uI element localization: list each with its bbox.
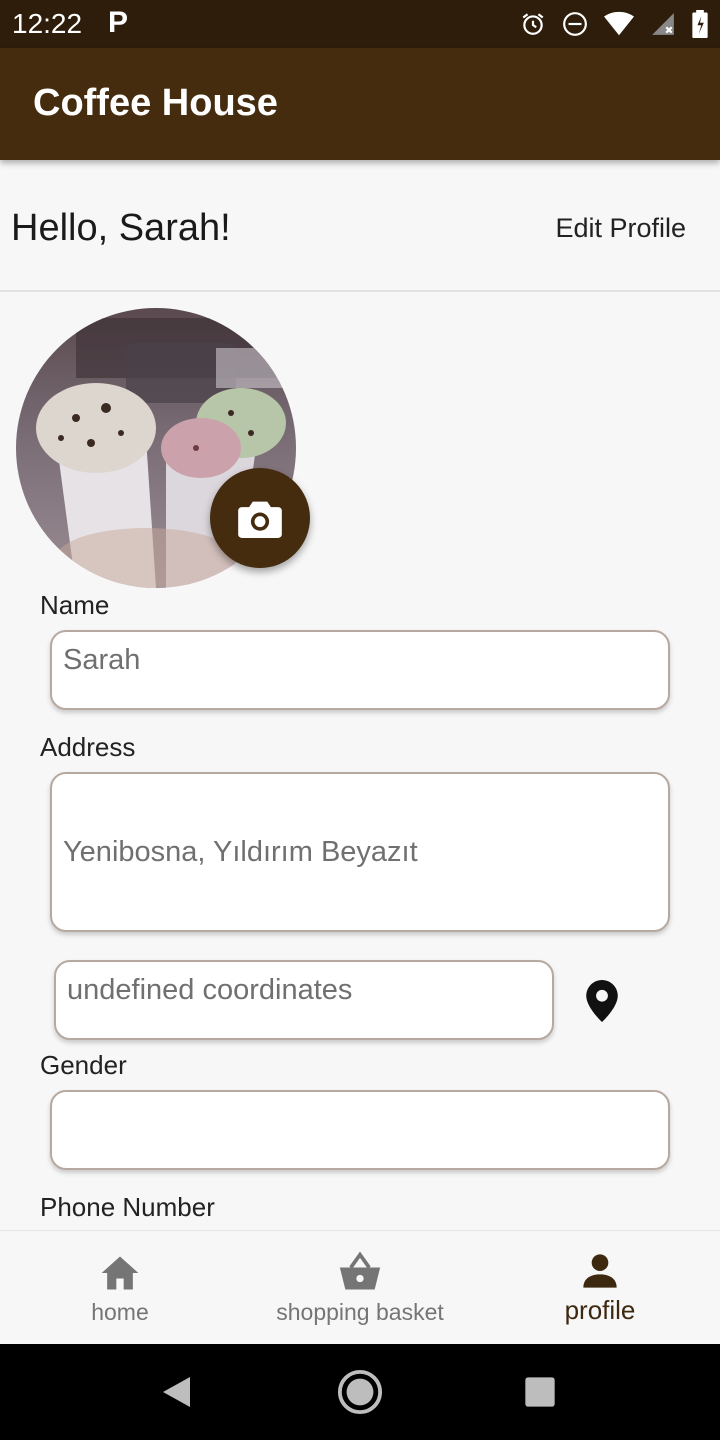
address-field-value: Yenibosna, Yıldırım Beyazıt — [63, 835, 418, 868]
system-navigation-bar — [0, 1344, 720, 1440]
edit-profile-button[interactable]: Edit Profile — [555, 213, 686, 244]
home-button-icon[interactable] — [337, 1369, 383, 1415]
nav-label-home: home — [91, 1299, 149, 1325]
location-pin-icon — [586, 980, 618, 1022]
name-label: Name — [40, 590, 110, 620]
back-icon[interactable] — [160, 1374, 196, 1410]
basket-icon — [339, 1251, 381, 1290]
nav-item-home[interactable]: home — [60, 1231, 180, 1345]
nav-item-profile[interactable]: profile — [540, 1231, 660, 1345]
phone-label: Phone Number — [40, 1192, 215, 1222]
do-not-disturb-icon — [563, 12, 587, 36]
alarm-icon — [522, 13, 544, 35]
greeting-text: Hello, Sarah! — [11, 207, 231, 249]
address-label: Address — [40, 732, 136, 762]
battery-icon — [692, 10, 708, 38]
status-icons — [520, 8, 708, 40]
status-bar: 12:22 P — [0, 0, 720, 48]
person-icon — [583, 1254, 617, 1288]
nav-label-profile: profile — [564, 1295, 636, 1325]
nav-item-shopping-basket[interactable]: shopping basket — [250, 1231, 470, 1345]
recents-icon[interactable] — [524, 1376, 556, 1408]
app-title: Coffee House — [33, 82, 278, 124]
bottom-navigation: home shopping basket profile — [0, 1230, 720, 1344]
coordinates-field-value: undefined coordinates — [67, 973, 353, 1006]
wifi-icon — [604, 11, 634, 36]
address-field[interactable]: Yenibosna, Yıldırım Beyazıt — [50, 772, 670, 932]
name-field-value: Sarah — [63, 643, 141, 676]
name-field[interactable]: Sarah — [50, 630, 670, 710]
change-photo-button[interactable] — [210, 468, 310, 568]
camera-icon — [238, 501, 282, 538]
coordinates-field[interactable]: undefined coordinates — [54, 960, 554, 1040]
status-time: 12:22 — [12, 8, 83, 39]
gender-field[interactable] — [50, 1090, 670, 1170]
nav-label-shopping-basket: shopping basket — [276, 1299, 444, 1325]
gender-label: Gender — [40, 1050, 127, 1080]
pick-location-button[interactable] — [582, 980, 622, 1022]
signal-icon — [652, 13, 674, 35]
profile-header: Hello, Sarah! Edit Profile — [0, 160, 720, 292]
parking-app-icon: P — [108, 6, 129, 39]
home-icon — [101, 1256, 139, 1290]
app-bar: Coffee House — [0, 48, 720, 160]
